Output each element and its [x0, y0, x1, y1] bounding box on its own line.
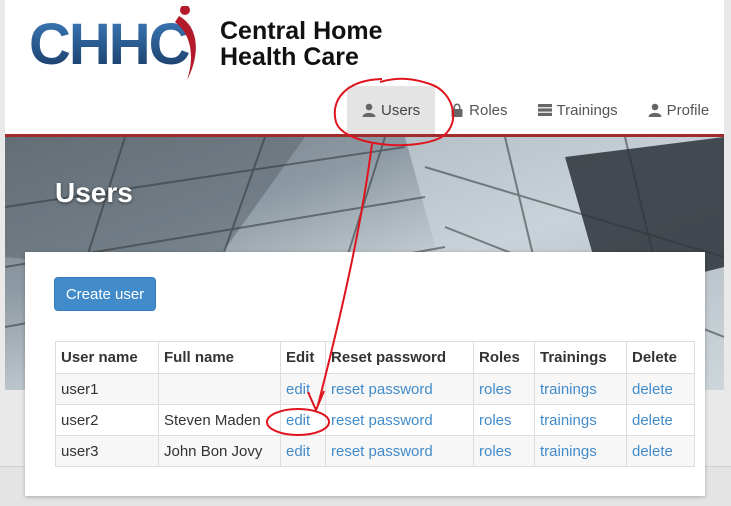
user-icon: [362, 103, 376, 117]
cell-username: user3: [55, 435, 159, 467]
nav-roles[interactable]: Roles: [435, 86, 522, 134]
delete-link[interactable]: delete: [632, 412, 673, 429]
svg-text:CHHC: CHHC: [29, 12, 190, 77]
table-row: user3 John Bon Jovy edit reset password …: [55, 435, 695, 467]
table-row: user1 edit reset password roles training…: [55, 373, 695, 405]
edit-link[interactable]: edit: [286, 412, 310, 429]
cell-fullname: John Bon Jovy: [158, 435, 281, 467]
nav-trainings-label: Trainings: [556, 101, 618, 119]
cell-fullname: [158, 373, 281, 405]
nav-trainings[interactable]: Trainings: [523, 86, 633, 134]
nav-profile-label: Profile: [666, 101, 710, 119]
reset-password-link[interactable]: reset password: [331, 443, 433, 460]
brand-name: Central Home Health Care: [220, 18, 383, 70]
roles-link[interactable]: roles: [479, 412, 512, 429]
col-header-fullname: Full name: [158, 341, 281, 374]
col-header-username: User name: [55, 341, 159, 374]
users-table: User name Full name Edit Reset password …: [55, 341, 695, 467]
main-nav: Users Roles Trainings Profile: [347, 86, 724, 134]
nav-roles-label: Roles: [469, 101, 508, 119]
trainings-link[interactable]: trainings: [540, 412, 597, 429]
col-header-roles: Roles: [473, 341, 535, 374]
brand-name-line1: Central Home: [220, 17, 383, 45]
trainings-link[interactable]: trainings: [540, 443, 597, 460]
reset-password-link[interactable]: reset password: [331, 381, 433, 398]
cell-username: user1: [55, 373, 159, 405]
roles-link[interactable]: roles: [479, 443, 512, 460]
roles-link[interactable]: roles: [479, 381, 512, 398]
table-header-row: User name Full name Edit Reset password …: [55, 341, 695, 374]
col-header-reset-password: Reset password: [325, 341, 474, 374]
trainings-link[interactable]: trainings: [540, 381, 597, 398]
chhc-logo[interactable]: CHHC: [29, 6, 199, 80]
create-user-button[interactable]: Create user: [54, 277, 156, 311]
cell-fullname: Steven Maden: [158, 404, 281, 436]
delete-link[interactable]: delete: [632, 443, 673, 460]
edit-link[interactable]: edit: [286, 443, 310, 460]
users-panel: Create user User name Full name Edit Res…: [25, 252, 705, 496]
nav-profile[interactable]: Profile: [633, 86, 724, 134]
brand-name-line2: Health Care: [220, 43, 359, 71]
delete-link[interactable]: delete: [632, 381, 673, 398]
page-title: Users: [55, 177, 133, 208]
col-header-trainings: Trainings: [534, 341, 627, 374]
cell-username: user2: [55, 404, 159, 436]
col-header-edit: Edit: [280, 341, 326, 374]
col-header-delete: Delete: [626, 341, 695, 374]
nav-users[interactable]: Users: [347, 86, 436, 134]
table-row: user2 Steven Maden edit reset password r…: [55, 404, 695, 436]
edit-link[interactable]: edit: [286, 381, 310, 398]
reset-password-link[interactable]: reset password: [331, 412, 433, 429]
server-icon: [537, 104, 552, 116]
lock-icon: [451, 103, 463, 117]
nav-users-label: Users: [381, 101, 421, 119]
user-icon: [648, 103, 662, 117]
